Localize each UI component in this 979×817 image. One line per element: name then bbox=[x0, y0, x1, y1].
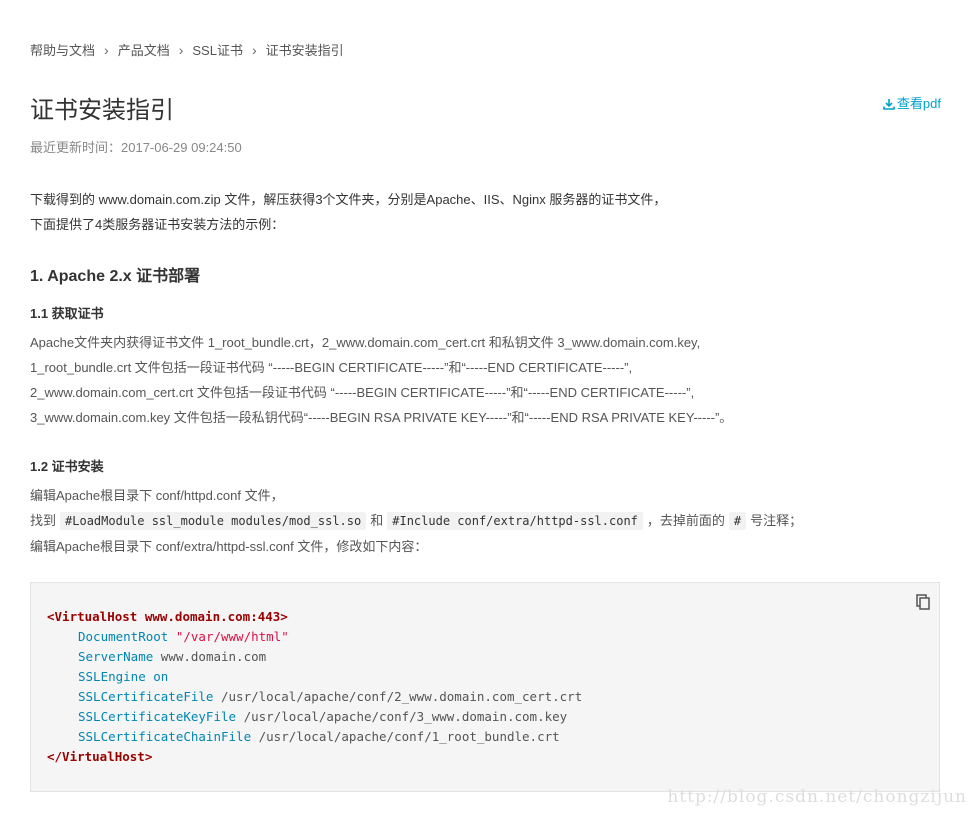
copy-icon bbox=[916, 594, 930, 610]
text-fragment: 和 bbox=[370, 513, 384, 528]
text-line: 编辑Apache根目录下 conf/extra/httpd-ssl.conf 文… bbox=[30, 539, 428, 554]
last-updated: 最近更新时间：2017-06-29 09:24:50 bbox=[30, 140, 242, 155]
code-value: "/var/www/html" bbox=[175, 629, 289, 644]
text-line: 找到 #LoadModule ssl_module modules/mod_ssl… bbox=[30, 508, 950, 534]
code-content: <VirtualHost www.domain.com:443> Document… bbox=[47, 607, 582, 767]
text-fragment: 号注释； bbox=[750, 513, 803, 528]
text-fragment: 找到 bbox=[30, 513, 57, 528]
breadcrumb-item-current: 证书安装指引 bbox=[265, 43, 344, 58]
code-value: /usr/local/apache/conf/2_www.domain.com_… bbox=[221, 689, 583, 704]
install-cert-text: 编辑Apache根目录下 conf/httpd.conf 文件， 找到 #Load… bbox=[30, 483, 950, 559]
breadcrumb-item-ssl[interactable]: SSL证书 bbox=[192, 43, 243, 58]
code-line: SSLCertificateKeyFile /usr/local/apache/… bbox=[47, 707, 582, 727]
subsection-heading-get-cert: 1.1 获取证书 bbox=[30, 306, 104, 321]
get-cert-text: Apache文件夹内获得证书文件 1_root_bundle.crt，2_www… bbox=[30, 330, 950, 430]
code-line: SSLCertificateFile /usr/local/apache/con… bbox=[47, 687, 582, 707]
inline-code: #Include conf/extra/httpd-ssl.conf bbox=[387, 512, 643, 530]
code-line: ServerName www.domain.com bbox=[47, 647, 582, 667]
code-open-tag: <VirtualHost www.domain.com:443> bbox=[47, 609, 288, 624]
chevron-right-icon: › bbox=[178, 42, 184, 58]
chevron-right-icon: › bbox=[104, 42, 109, 58]
chevron-right-icon: › bbox=[251, 42, 257, 58]
code-line: DocumentRoot "/var/www/html" bbox=[47, 627, 582, 647]
watermark: http://blog.csdn.net/chongzijun bbox=[667, 787, 967, 807]
code-value: www.domain.com bbox=[160, 649, 267, 664]
text-line: Apache文件夹内获得证书文件 1_root_bundle.crt，2_www… bbox=[30, 335, 701, 350]
code-directive: SSLCertificateFile bbox=[78, 689, 214, 704]
breadcrumb: 帮助与文档 › 产品文档 › SSL证书 › 证书安装指引 bbox=[30, 40, 344, 59]
code-close-tag: </VirtualHost> bbox=[47, 749, 153, 764]
code-value: on bbox=[153, 669, 169, 684]
breadcrumb-item-help[interactable]: 帮助与文档 bbox=[30, 43, 95, 58]
download-icon bbox=[883, 99, 895, 110]
copy-button[interactable] bbox=[916, 594, 930, 615]
code-directive: SSLEngine bbox=[78, 669, 146, 684]
code-line: SSLCertificateChainFile /usr/local/apach… bbox=[47, 727, 582, 747]
section-heading-apache: 1. Apache 2.x 证书部署 bbox=[30, 268, 201, 285]
text-line: 2_www.domain.com_cert.crt 文件包括一段证书代码 “--… bbox=[30, 385, 695, 400]
code-directive: DocumentRoot bbox=[78, 629, 169, 644]
intro-line: 下载得到的 www.domain.com.zip 文件，解压获得3个文件夹，分别… bbox=[30, 192, 667, 207]
text-fragment: ，去掉前面的 bbox=[646, 513, 725, 528]
page-title: 证书安装指引 bbox=[30, 97, 174, 124]
text-line: 3_www.domain.com.key 文件包括一段私钥代码“-----BEG… bbox=[30, 410, 733, 425]
code-value: /usr/local/apache/conf/3_www.domain.com.… bbox=[243, 709, 568, 724]
view-pdf-link[interactable]: 查看pdf bbox=[883, 93, 941, 112]
code-directive: ServerName bbox=[78, 649, 154, 664]
breadcrumb-item-product-docs[interactable]: 产品文档 bbox=[118, 43, 170, 58]
code-directive: SSLCertificateKeyFile bbox=[78, 709, 237, 724]
code-directive: SSLCertificateChainFile bbox=[78, 729, 252, 744]
code-value: /usr/local/apache/conf/1_root_bundle.crt bbox=[258, 729, 560, 744]
text-line: 编辑Apache根目录下 conf/httpd.conf 文件， bbox=[30, 488, 284, 503]
text-line: 1_root_bundle.crt 文件包括一段证书代码 “-----BEGIN… bbox=[30, 360, 633, 375]
code-line: SSLEngine on bbox=[47, 667, 582, 687]
inline-code: #LoadModule ssl_module modules/mod_ssl.s… bbox=[60, 512, 367, 530]
view-pdf-label: 查看pdf bbox=[896, 96, 941, 111]
subsection-heading-install-cert: 1.2 证书安装 bbox=[30, 459, 104, 474]
inline-code: # bbox=[728, 512, 747, 530]
intro-line: 下面提供了4类服务器证书安装方法的示例： bbox=[30, 217, 285, 232]
code-block: <VirtualHost www.domain.com:443> Document… bbox=[30, 582, 940, 792]
intro-text: 下载得到的 www.domain.com.zip 文件，解压获得3个文件夹，分别… bbox=[30, 187, 950, 237]
